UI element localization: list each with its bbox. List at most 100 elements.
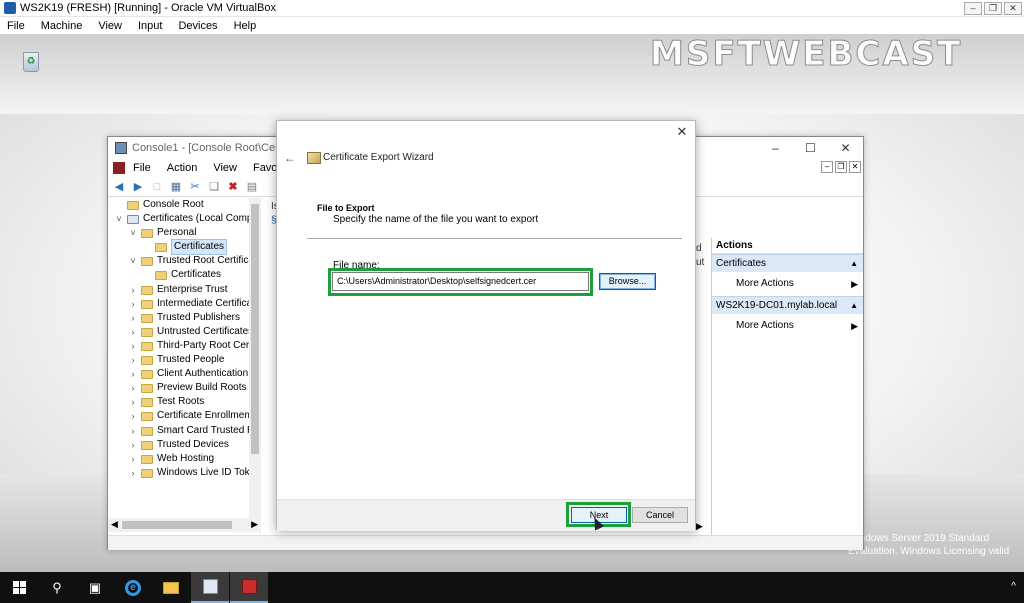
tree-item-label: Windows Live ID Toke <box>157 466 256 478</box>
tree-item[interactable]: Certificates <box>108 239 260 256</box>
expand-chevron-icon[interactable]: › <box>128 438 138 452</box>
collapse-up-icon[interactable]: ▲ <box>850 297 858 315</box>
expand-chevron-icon[interactable]: ˅ <box>128 226 138 240</box>
expand-chevron-icon[interactable]: › <box>128 466 138 480</box>
expand-chevron-icon[interactable]: › <box>128 381 138 395</box>
server-edition-line1: Windows Server 2019 Standard <box>848 533 990 544</box>
expand-chevron-icon[interactable]: › <box>128 452 138 466</box>
up-folder-icon[interactable]: □ <box>149 179 165 195</box>
tree-item[interactable]: › Intermediate Certifica <box>108 297 260 311</box>
server-edition-text: Windows Server 2019 Standard Evaluation.… <box>848 532 1024 558</box>
tree-item[interactable]: › Trusted People <box>108 353 260 367</box>
tree-item[interactable]: › Preview Build Roots <box>108 381 260 395</box>
tree-item[interactable]: › Enterprise Trust <box>108 283 260 297</box>
tree-vertical-scrollbar[interactable] <box>249 198 261 518</box>
tree-item[interactable]: › Third-Party Root Cert <box>108 339 260 353</box>
copy-icon[interactable]: ❏ <box>206 179 222 195</box>
tree-item[interactable]: Certificates <box>108 268 260 282</box>
folder-icon <box>155 271 167 281</box>
recycle-bin-icon[interactable]: ♻ <box>18 48 44 76</box>
mmc-minimize-icon[interactable]: – <box>758 137 793 159</box>
more-actions-item[interactable]: More Actions ▶ <box>712 272 863 296</box>
tree-item[interactable]: › Smart Card Trusted R <box>108 424 260 438</box>
collapse-up-icon[interactable]: ▲ <box>850 255 858 273</box>
expand-chevron-icon[interactable]: › <box>128 424 138 438</box>
child-restore-icon[interactable]: ❐ <box>835 161 847 173</box>
child-minimize-icon[interactable]: – <box>821 161 833 173</box>
expand-chevron-icon[interactable]: ˅ <box>114 212 124 226</box>
internet-explorer-icon[interactable]: e <box>114 572 152 603</box>
cancel-button[interactable]: Cancel <box>632 507 688 523</box>
forward-arrow-icon[interactable]: ▶ <box>130 179 146 195</box>
chevron-up-icon[interactable]: ^ <box>1011 581 1016 592</box>
expand-chevron-icon[interactable]: › <box>128 297 138 311</box>
wizard-title: Certificate Export Wizard <box>323 152 434 163</box>
tree-item[interactable]: › Trusted Publishers <box>108 311 260 325</box>
tree-item[interactable]: › Trusted Devices <box>108 438 260 452</box>
restore-icon[interactable]: ❐ <box>984 2 1002 15</box>
tree-item-label: Personal <box>157 227 197 239</box>
mmc-menu-file[interactable]: File <box>133 162 151 174</box>
expand-chevron-icon[interactable]: › <box>128 283 138 297</box>
console-icon <box>113 162 125 174</box>
delete-icon[interactable]: ✖ <box>225 179 241 195</box>
submenu-arrow-icon: ▶ <box>851 279 858 289</box>
mmc-maximize-icon[interactable]: ☐ <box>793 137 828 159</box>
child-close-icon[interactable]: ✕ <box>849 161 861 173</box>
expand-chevron-icon[interactable]: › <box>128 395 138 409</box>
tree-item[interactable]: › Certificate Enrollment <box>108 409 260 423</box>
expand-chevron-icon[interactable]: › <box>128 311 138 325</box>
mmc-close-icon[interactable]: ✕ <box>828 137 863 159</box>
expand-chevron-icon[interactable]: › <box>128 339 138 353</box>
tree-item[interactable]: ˅ Personal <box>108 226 260 240</box>
expand-chevron-icon[interactable]: › <box>128 325 138 339</box>
mmc-window-controls: – ☐ ✕ <box>758 137 863 159</box>
server-manager-icon[interactable] <box>191 572 229 603</box>
tree-item[interactable]: › Untrusted Certificates <box>108 325 260 339</box>
actions-group-host[interactable]: WS2K19-DC01.mylab.local ▲ <box>712 296 863 314</box>
close-icon[interactable]: ✕ <box>1004 2 1022 15</box>
tree-item[interactable]: › Windows Live ID Toke <box>108 466 260 480</box>
vbox-menu-input[interactable]: Input <box>138 20 162 32</box>
expand-chevron-icon[interactable]: › <box>128 367 138 381</box>
vbox-menu-devices[interactable]: Devices <box>178 20 217 32</box>
task-view-icon[interactable]: ▣ <box>76 572 114 603</box>
tree-item[interactable]: ˅ Certificates (Local Compu <box>108 212 260 226</box>
actions-group-certificates-label: Certificates <box>716 258 767 269</box>
more-actions-item[interactable]: More Actions ▶ <box>712 314 863 338</box>
back-arrow-icon[interactable]: ◀ <box>111 179 127 195</box>
properties-icon[interactable]: ▤ <box>244 179 260 195</box>
file-name-input[interactable]: C:\Users\Administrator\Desktop\selfsigne… <box>332 272 589 291</box>
tree-item[interactable]: ˅ Trusted Root Certifica <box>108 254 260 268</box>
cut-icon[interactable]: ✂ <box>187 179 203 195</box>
minimize-icon[interactable]: – <box>964 2 982 15</box>
tree-item-label: Intermediate Certifica <box>157 297 253 309</box>
vbox-menu-view[interactable]: View <box>98 20 122 32</box>
back-arrow-icon[interactable]: ← <box>284 151 296 165</box>
mmc-menu-action[interactable]: Action <box>167 162 198 174</box>
actions-group-certificates[interactable]: Certificates ▲ <box>712 254 863 272</box>
folder-icon <box>155 243 167 253</box>
folder-icon <box>141 398 153 408</box>
show-hide-tree-icon[interactable]: ▦ <box>168 179 184 195</box>
vbox-menu-help[interactable]: Help <box>234 20 257 32</box>
browse-button[interactable]: Browse... <box>599 273 656 290</box>
expand-chevron-icon[interactable]: › <box>128 409 138 423</box>
vbox-menu-file[interactable]: File <box>7 20 25 32</box>
mmc-icon[interactable] <box>230 572 268 603</box>
expand-chevron-icon[interactable]: › <box>128 353 138 367</box>
tree-item[interactable]: Console Root <box>108 198 260 212</box>
file-explorer-icon[interactable] <box>152 572 190 603</box>
mmc-menu-view[interactable]: View <box>213 162 237 174</box>
vbox-menu-machine[interactable]: Machine <box>41 20 83 32</box>
tree-item[interactable]: › Test Roots <box>108 395 260 409</box>
certificates-snapin-icon <box>127 215 139 225</box>
start-icon[interactable] <box>0 572 38 603</box>
expand-chevron-icon[interactable]: ˅ <box>128 254 138 268</box>
results-scroll-arrow-icon[interactable]: ▶ <box>696 521 708 533</box>
search-icon[interactable]: ⚲ <box>38 572 76 603</box>
tree-item[interactable]: › Client Authentication <box>108 367 260 381</box>
tree-item[interactable]: › Web Hosting <box>108 452 260 466</box>
tree-horizontal-scrollbar[interactable]: ◀ ▶ <box>108 518 261 532</box>
close-icon[interactable]: ✕ <box>675 125 689 139</box>
